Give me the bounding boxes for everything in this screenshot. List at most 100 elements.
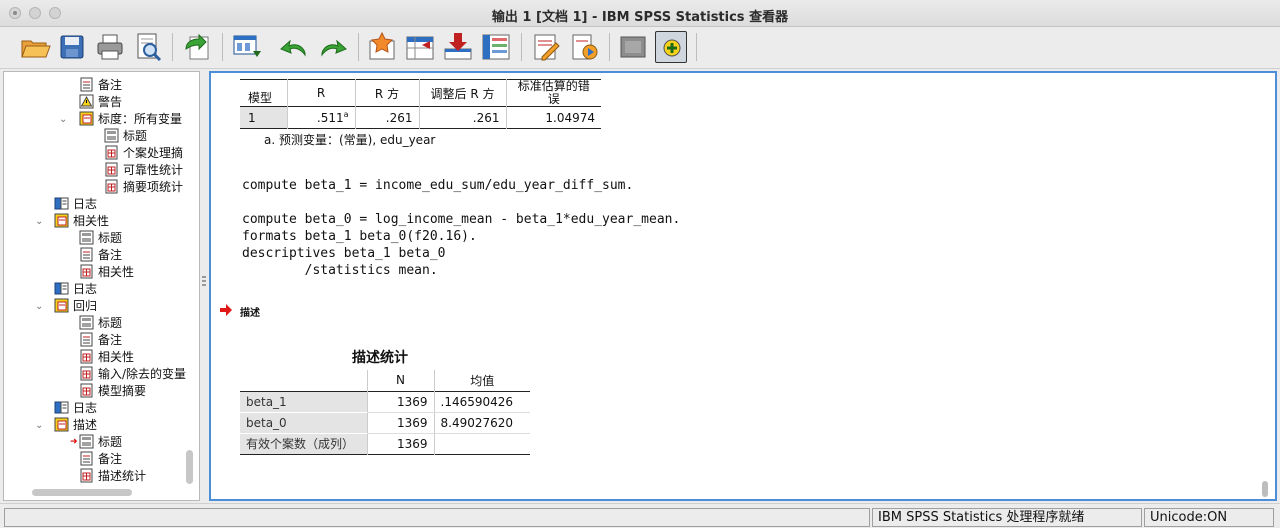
tree-item[interactable]: 标题: [79, 434, 122, 451]
chevron-down-icon[interactable]: ⌄: [35, 213, 45, 230]
model-summary-header-row: 模型 R R 方 调整后 R 方 标准估算的错误: [240, 79, 601, 107]
descriptives-header-row: N 均值: [240, 370, 530, 391]
header-mean: 均值: [433, 370, 530, 391]
tree-item[interactable]: 标题: [104, 128, 147, 145]
procedure-icon: [54, 417, 69, 432]
table-icon: [79, 349, 94, 364]
export-icon[interactable]: [181, 31, 213, 63]
outline-tree-items: 备注 警告 ⌄ 标度：所有变量 标题 个案处理摘 可靠性统计 摘要项统计 日志 ⌄ 相关性 标题 备注相…: [3, 71, 186, 485]
tree-item-label: 标度：所有变量: [98, 112, 183, 126]
tree-item[interactable]: 相关性: [54, 213, 109, 230]
row-label: beta_0: [240, 412, 367, 433]
tree-item[interactable]: 模型摘要: [79, 383, 146, 400]
syntax-line-4: formats beta_1 beta_0(f20.16).: [242, 229, 477, 244]
table-icon: [79, 264, 94, 279]
tree-item[interactable]: 日志: [54, 281, 97, 298]
model-summary-row: 1 .511a .261 .261 1.04974: [240, 106, 601, 129]
open-icon[interactable]: [19, 31, 51, 63]
cell-r-square: .261: [354, 106, 419, 129]
tree-item[interactable]: 标题: [79, 230, 122, 247]
output-content-pane[interactable]: 模型 R R 方 调整后 R 方 标准估算的错误 1 .511a .261 .2…: [209, 71, 1277, 501]
tree-item[interactable]: 备注: [79, 77, 122, 94]
tree-item[interactable]: 日志: [54, 400, 97, 417]
table-row: beta_0 1369 8.49027620: [240, 412, 530, 434]
row-label: beta_1: [240, 391, 367, 412]
tree-item[interactable]: 描述: [54, 417, 97, 434]
chevron-down-icon[interactable]: ⌄: [59, 111, 69, 128]
tree-item-label: 标题: [123, 129, 148, 143]
row-label: 有效个案数（成列）: [240, 433, 367, 454]
tree-item[interactable]: 个案处理摘: [104, 145, 183, 162]
tree-item[interactable]: 日志: [54, 196, 97, 213]
header-r-square: R 方: [354, 79, 419, 107]
insert-output-icon[interactable]: [655, 31, 687, 63]
descriptives-table: N 均值 beta_1 1369 .146590426 beta_0 1369 …: [240, 370, 530, 455]
tree-item-label: 备注: [98, 452, 123, 466]
tree-item[interactable]: 标题: [79, 315, 122, 332]
tree-item[interactable]: 标度：所有变量: [79, 111, 182, 128]
header-std-error: 标准估算的错误: [505, 79, 601, 107]
processor-status: IBM SPSS Statistics 处理程序就绪: [872, 508, 1142, 527]
header-model: 模型: [248, 91, 273, 105]
model-summary-table: 模型 R R 方 调整后 R 方 标准估算的错误 1 .511a .261 .2…: [240, 79, 601, 129]
tree-item-label: 日志: [73, 282, 98, 296]
tree-item[interactable]: 备注: [79, 451, 122, 468]
dialog-recall-icon[interactable]: [231, 31, 263, 63]
save-icon[interactable]: [56, 31, 88, 63]
print-preview-icon[interactable]: [132, 31, 164, 63]
chevron-down-icon[interactable]: ⌄: [35, 298, 45, 315]
cell-n: 1369: [366, 391, 434, 413]
tree-item[interactable]: 备注: [79, 332, 122, 349]
go-to-data-icon[interactable]: [366, 31, 398, 63]
chevron-down-icon[interactable]: ⌄: [35, 417, 45, 434]
tree-item[interactable]: 相关性: [79, 264, 134, 281]
redo-icon[interactable]: [317, 31, 349, 63]
cell-mean: 8.49027620: [433, 412, 530, 434]
go-to-case-icon[interactable]: [404, 31, 436, 63]
content-vertical-scrollbar[interactable]: [1262, 481, 1268, 497]
tree-item-label: 警告: [98, 95, 123, 109]
tree-item[interactable]: 相关性: [79, 349, 134, 366]
go-to-variable-icon[interactable]: [442, 31, 474, 63]
tree-item-label: 模型摘要: [98, 384, 147, 398]
tree-item-label: 回归: [73, 299, 98, 313]
undo-icon[interactable]: [278, 31, 310, 63]
log-icon: [54, 281, 69, 296]
tree-item[interactable]: 描述统计: [79, 468, 146, 485]
run-script-icon[interactable]: [568, 31, 600, 63]
status-bar: IBM SPSS Statistics 处理程序就绪 Unicode:ON: [0, 503, 1280, 528]
tree-item[interactable]: 摘要项统计: [104, 179, 183, 196]
header-n: N: [366, 370, 434, 391]
tree-item-label: 备注: [98, 333, 123, 347]
table-icon: [104, 162, 119, 177]
tree-item[interactable]: 回归: [54, 298, 97, 315]
cell-n: 1369: [366, 433, 434, 454]
header-adj-r-square: 调整后 R 方: [418, 79, 506, 107]
tree-item[interactable]: 备注: [79, 247, 122, 264]
tree-item-label: 相关性: [73, 214, 110, 228]
title-icon: [79, 434, 94, 449]
variables-icon[interactable]: [480, 31, 512, 63]
tree-item-label: 日志: [73, 197, 98, 211]
title-icon: [79, 230, 94, 245]
title-icon: [79, 315, 94, 330]
tree-item[interactable]: 警告: [79, 94, 122, 111]
tree-item-label: 相关性: [98, 350, 135, 364]
print-icon[interactable]: [94, 31, 126, 63]
cell-mean: [433, 433, 530, 454]
cell-adj-r-square: .261: [418, 106, 506, 129]
designate-window-icon[interactable]: [617, 31, 649, 63]
cell-n: 1369: [366, 412, 434, 434]
tree-horizontal-scrollbar[interactable]: [32, 489, 132, 496]
edit-syntax-icon[interactable]: [530, 31, 562, 63]
tree-item-label: 日志: [73, 401, 98, 415]
unicode-status: Unicode:ON: [1144, 508, 1274, 527]
tree-item[interactable]: 可靠性统计: [104, 162, 183, 179]
tree-vertical-scrollbar[interactable]: [186, 450, 193, 484]
title-icon: [104, 128, 119, 143]
syntax-line-3: compute beta_0 = log_income_mean - beta_…: [242, 212, 681, 227]
pane-splitter[interactable]: [200, 71, 208, 501]
notes-icon: [79, 451, 94, 466]
current-item-arrow-icon: [219, 303, 233, 317]
tree-item[interactable]: 输入/除去的变量: [79, 366, 186, 383]
